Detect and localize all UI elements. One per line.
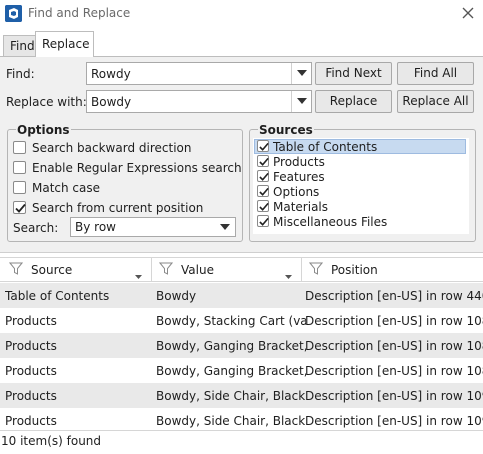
- cell-position: Description [en-US] in row 109: [305, 414, 483, 428]
- source-options-label[interactable]: Options: [273, 185, 319, 199]
- sort-menu-icon[interactable]: [285, 268, 292, 282]
- app-logo-icon: [5, 5, 22, 22]
- cell-value: Bowdy, Side Chair, Black: [156, 414, 306, 428]
- filter-icon[interactable]: [158, 262, 174, 276]
- cell-value: Bowdy, Ganging Bracket,: [156, 339, 306, 353]
- cell-position: Description [en-US] in row 109: [305, 389, 483, 403]
- cell-source: Products: [5, 389, 57, 403]
- source-misc-files-checkbox[interactable]: [257, 215, 269, 227]
- source-features-checkbox[interactable]: [257, 170, 269, 182]
- search-mode-value: By row: [75, 220, 116, 234]
- find-input[interactable]: Rowdy: [91, 67, 131, 81]
- cell-source: Table of Contents: [5, 289, 110, 303]
- search-mode-select[interactable]: By row: [70, 217, 236, 237]
- find-next-button[interactable]: Find Next: [315, 62, 392, 85]
- cell-source: Products: [5, 314, 57, 328]
- chevron-down-icon: [220, 224, 230, 230]
- checkmark-icon: [259, 217, 269, 226]
- source-materials-label[interactable]: Materials: [273, 200, 328, 214]
- checkmark-icon: [259, 202, 269, 211]
- replace-dropdown-button[interactable]: [291, 91, 311, 112]
- table-row[interactable]: Products Bowdy, Side Chair, Black Descri…: [0, 408, 483, 430]
- table-row[interactable]: Products Bowdy, Ganging Bracket, Descrip…: [0, 358, 483, 383]
- source-materials-checkbox[interactable]: [257, 200, 269, 212]
- source-products-label[interactable]: Products: [273, 155, 325, 169]
- checkmark-icon: [259, 157, 269, 166]
- column-header-source[interactable]: Source: [31, 263, 72, 277]
- cell-position: Description [en-US] in row 108: [305, 339, 483, 353]
- checkmark-icon: [259, 187, 269, 196]
- tab-find[interactable]: Find: [3, 35, 36, 56]
- source-misc-files-label[interactable]: Miscellaneous Files: [273, 215, 387, 229]
- sources-title: Sources: [258, 123, 314, 137]
- search-mode-dropdown-button[interactable]: [215, 218, 235, 236]
- checkmark-icon: [15, 203, 26, 213]
- cell-value: Bowdy, Stacking Cart (va: [156, 314, 306, 328]
- column-separator[interactable]: [151, 258, 152, 282]
- cell-value: Bowdy, Side Chair, Black: [156, 389, 306, 403]
- source-toc-checkbox[interactable]: [257, 140, 269, 152]
- chevron-down-icon: [297, 98, 307, 104]
- search-backward-label: Search backward direction: [32, 141, 192, 155]
- cell-position: Description [en-US] in row 108: [305, 314, 483, 328]
- cell-source: Products: [5, 364, 57, 378]
- table-row[interactable]: Table of Contents Bowdy Description [en-…: [0, 283, 483, 308]
- source-options-checkbox[interactable]: [257, 185, 269, 197]
- tab-replace[interactable]: Replace: [35, 31, 94, 57]
- match-case-label: Match case: [32, 181, 101, 195]
- column-separator[interactable]: [301, 258, 302, 282]
- cell-value: Bowdy, Ganging Bracket,: [156, 364, 306, 378]
- find-all-button[interactable]: Find All: [397, 62, 474, 85]
- status-text: 10 item(s) found: [1, 434, 102, 448]
- column-header-position[interactable]: Position: [331, 263, 378, 277]
- cell-position: Description [en-US] in row 108: [305, 364, 483, 378]
- table-row[interactable]: Products Bowdy, Ganging Bracket, Descrip…: [0, 333, 483, 358]
- source-products-checkbox[interactable]: [257, 155, 269, 167]
- replace-all-button[interactable]: Replace All: [397, 90, 474, 113]
- source-toc-label[interactable]: Table of Contents: [273, 140, 377, 154]
- cell-position: Description [en-US] in row 440: [305, 289, 483, 303]
- replace-label: Replace with:: [6, 95, 87, 109]
- window-title: Find and Replace: [28, 6, 131, 20]
- filter-icon[interactable]: [308, 262, 324, 276]
- search-backward-checkbox[interactable]: [13, 141, 26, 154]
- replace-input[interactable]: Bowdy: [91, 95, 131, 109]
- replace-button[interactable]: Replace: [315, 90, 392, 113]
- replace-combo[interactable]: Bowdy: [86, 90, 312, 113]
- source-features-label[interactable]: Features: [273, 170, 325, 184]
- filter-icon[interactable]: [8, 262, 24, 276]
- cell-value: Bowdy: [156, 289, 197, 303]
- match-case-checkbox[interactable]: [13, 181, 26, 194]
- cell-source: Products: [5, 339, 57, 353]
- checkmark-icon: [259, 142, 269, 151]
- cell-source: Products: [5, 414, 57, 428]
- results-header: [0, 257, 483, 282]
- column-header-value[interactable]: Value: [181, 263, 214, 277]
- checkmark-icon: [259, 172, 269, 181]
- find-label: Find:: [6, 67, 35, 81]
- search-mode-label: Search:: [13, 221, 59, 235]
- options-title: Options: [16, 123, 71, 137]
- search-from-current-label: Search from current position: [32, 201, 204, 215]
- find-dropdown-button[interactable]: [291, 63, 311, 84]
- find-combo[interactable]: Rowdy: [86, 62, 312, 85]
- sort-menu-icon[interactable]: [135, 268, 142, 282]
- table-row[interactable]: Products Bowdy, Side Chair, Black Descri…: [0, 383, 483, 408]
- table-row[interactable]: Products Bowdy, Stacking Cart (va Descri…: [0, 308, 483, 333]
- search-from-current-checkbox[interactable]: [13, 201, 26, 214]
- chevron-down-icon: [297, 70, 307, 76]
- regex-label: Enable Regular Expressions search: [32, 161, 242, 175]
- close-icon[interactable]: [459, 4, 477, 22]
- regex-checkbox[interactable]: [13, 161, 26, 174]
